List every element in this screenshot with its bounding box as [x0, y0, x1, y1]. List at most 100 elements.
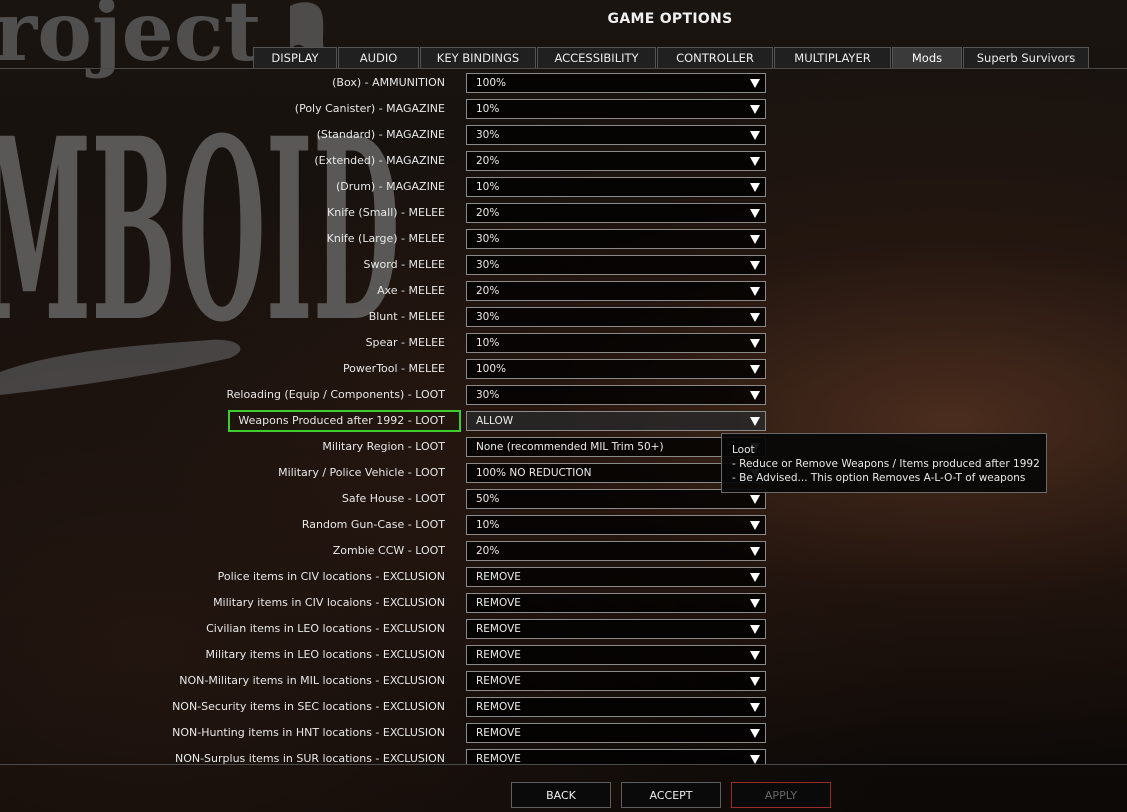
- combo-value: 10%: [476, 519, 500, 531]
- option-row: Zombie CCW - LOOT 20%: [0, 541, 1127, 563]
- option-label: PowerTool - MELEE: [342, 362, 445, 375]
- options-list[interactable]: (Box) - AMMUNITION 100% (Poly Canister) …: [0, 73, 1127, 764]
- option-label: Random Gun-Case - LOOT: [301, 518, 445, 531]
- option-combo[interactable]: 30%: [466, 307, 766, 327]
- tab-superb-survivors[interactable]: Superb Survivors: [963, 47, 1089, 68]
- tab-multiplayer[interactable]: MULTIPLAYER: [774, 47, 891, 68]
- option-row: Spear - MELEE 10%: [0, 333, 1127, 355]
- option-combo[interactable]: 30%: [466, 229, 766, 249]
- option-combo[interactable]: 30%: [466, 255, 766, 275]
- option-combo[interactable]: REMOVE: [466, 619, 766, 639]
- option-tooltip: Loot - Reduce or Remove Weapons / Items …: [721, 433, 1047, 493]
- option-label: (Extended) - MAGAZINE: [314, 154, 445, 167]
- dropdown-arrow-icon: [750, 105, 760, 114]
- apply-button[interactable]: APPLY: [731, 782, 831, 808]
- dropdown-arrow-icon: [750, 261, 760, 270]
- option-combo[interactable]: REMOVE: [466, 567, 766, 587]
- tab-key-bindings[interactable]: KEY BINDINGS: [420, 47, 536, 68]
- dropdown-arrow-icon: [750, 391, 760, 400]
- option-combo[interactable]: 100%: [466, 73, 766, 93]
- option-row: (Extended) - MAGAZINE 20%: [0, 151, 1127, 173]
- option-combo[interactable]: REMOVE: [466, 645, 766, 665]
- option-row: (Drum) - MAGAZINE 10%: [0, 177, 1127, 199]
- dropdown-arrow-icon: [750, 599, 760, 608]
- combo-value: 50%: [476, 493, 500, 505]
- option-row: (Box) - AMMUNITION 100%: [0, 73, 1127, 95]
- combo-value: REMOVE: [476, 597, 521, 609]
- option-label: Police items in CIV locations - EXCLUSIO…: [217, 570, 445, 583]
- option-row: Knife (Small) - MELEE 20%: [0, 203, 1127, 225]
- tab-audio[interactable]: AUDIO: [338, 47, 419, 68]
- option-label: NON-Hunting items in HNT locations - EXC…: [172, 726, 445, 739]
- option-combo[interactable]: 10%: [466, 333, 766, 353]
- option-label: Reloading (Equip / Components) - LOOT: [226, 388, 446, 401]
- option-combo[interactable]: REMOVE: [466, 697, 766, 717]
- dropdown-arrow-icon: [750, 183, 760, 192]
- tab-controller[interactable]: CONTROLLER: [657, 47, 773, 68]
- option-combo[interactable]: 20%: [466, 151, 766, 171]
- combo-value: 30%: [476, 233, 500, 245]
- option-row-highlighted: Weapons Produced after 1992 - LOOT ALLOW: [0, 410, 1127, 433]
- combo-value: 30%: [476, 389, 500, 401]
- option-combo[interactable]: 10%: [466, 99, 766, 119]
- top-divider: [0, 68, 1127, 69]
- option-label: NON-Surplus items in SUR locations - EXC…: [174, 752, 445, 764]
- tab-accessibility[interactable]: ACCESSIBILITY: [537, 47, 656, 68]
- combo-value: 30%: [476, 129, 500, 141]
- dropdown-arrow-icon: [750, 157, 760, 166]
- combo-value: ALLOW: [476, 415, 514, 427]
- combo-value: REMOVE: [476, 727, 521, 739]
- combo-value: 10%: [476, 181, 500, 193]
- option-row: Military items in CIV locaions - EXCLUSI…: [0, 593, 1127, 615]
- option-label: Axe - MELEE: [377, 284, 445, 297]
- option-row: Sword - MELEE 30%: [0, 255, 1127, 277]
- dropdown-arrow-icon: [750, 729, 760, 738]
- back-button[interactable]: BACK: [511, 782, 611, 808]
- tab-mods[interactable]: Mods: [892, 47, 962, 68]
- option-label: (Drum) - MAGAZINE: [335, 180, 445, 193]
- combo-value: 100%: [476, 363, 507, 375]
- option-label: Knife (Large) - MELEE: [326, 232, 445, 245]
- combo-value: 20%: [476, 155, 500, 167]
- option-combo[interactable]: 100%: [466, 359, 766, 379]
- option-combo[interactable]: 20%: [466, 541, 766, 561]
- accept-button[interactable]: ACCEPT: [621, 782, 721, 808]
- option-label: Military Region - LOOT: [322, 440, 445, 453]
- option-row: NON-Surplus items in SUR locations - EXC…: [0, 749, 1127, 764]
- combo-value: 100%: [476, 77, 507, 89]
- combo-value: None (recommended MIL Trim 50+): [476, 441, 664, 453]
- dropdown-arrow-icon: [750, 521, 760, 530]
- option-combo[interactable]: REMOVE: [466, 671, 766, 691]
- dropdown-arrow-icon: [750, 365, 760, 374]
- dropdown-arrow-icon: [750, 313, 760, 322]
- combo-value: REMOVE: [476, 701, 521, 713]
- option-combo[interactable]: ALLOW: [466, 411, 766, 431]
- dropdown-arrow-icon: [750, 651, 760, 660]
- option-combo[interactable]: 10%: [466, 515, 766, 535]
- bottom-divider: [0, 764, 1127, 765]
- option-label: Sword - MELEE: [363, 258, 445, 271]
- dropdown-arrow-icon: [750, 287, 760, 296]
- option-label: NON-Security items in SEC locations - EX…: [172, 700, 445, 713]
- option-row: Police items in CIV locations - EXCLUSIO…: [0, 567, 1127, 589]
- dropdown-arrow-icon: [750, 209, 760, 218]
- option-combo[interactable]: REMOVE: [466, 749, 766, 764]
- option-combo[interactable]: REMOVE: [466, 723, 766, 743]
- option-row: Reloading (Equip / Components) - LOOT 30…: [0, 385, 1127, 407]
- tab-display[interactable]: DISPLAY: [253, 47, 337, 68]
- tooltip-line: - Be Advised... This option Removes A-L-…: [732, 472, 1026, 484]
- dropdown-arrow-icon: [750, 677, 760, 686]
- option-combo[interactable]: 20%: [466, 281, 766, 301]
- option-combo[interactable]: 30%: [466, 125, 766, 145]
- option-label: Military / Police Vehicle - LOOT: [278, 466, 445, 479]
- option-label: (Standard) - MAGAZINE: [316, 128, 445, 141]
- option-combo[interactable]: 30%: [466, 385, 766, 405]
- dropdown-arrow-icon: [750, 625, 760, 634]
- dropdown-arrow-icon: [750, 703, 760, 712]
- option-label: Blunt - MELEE: [368, 310, 445, 323]
- option-row: Axe - MELEE 20%: [0, 281, 1127, 303]
- option-combo[interactable]: REMOVE: [466, 593, 766, 613]
- option-row: Random Gun-Case - LOOT 10%: [0, 515, 1127, 537]
- option-combo[interactable]: 20%: [466, 203, 766, 223]
- option-combo[interactable]: 10%: [466, 177, 766, 197]
